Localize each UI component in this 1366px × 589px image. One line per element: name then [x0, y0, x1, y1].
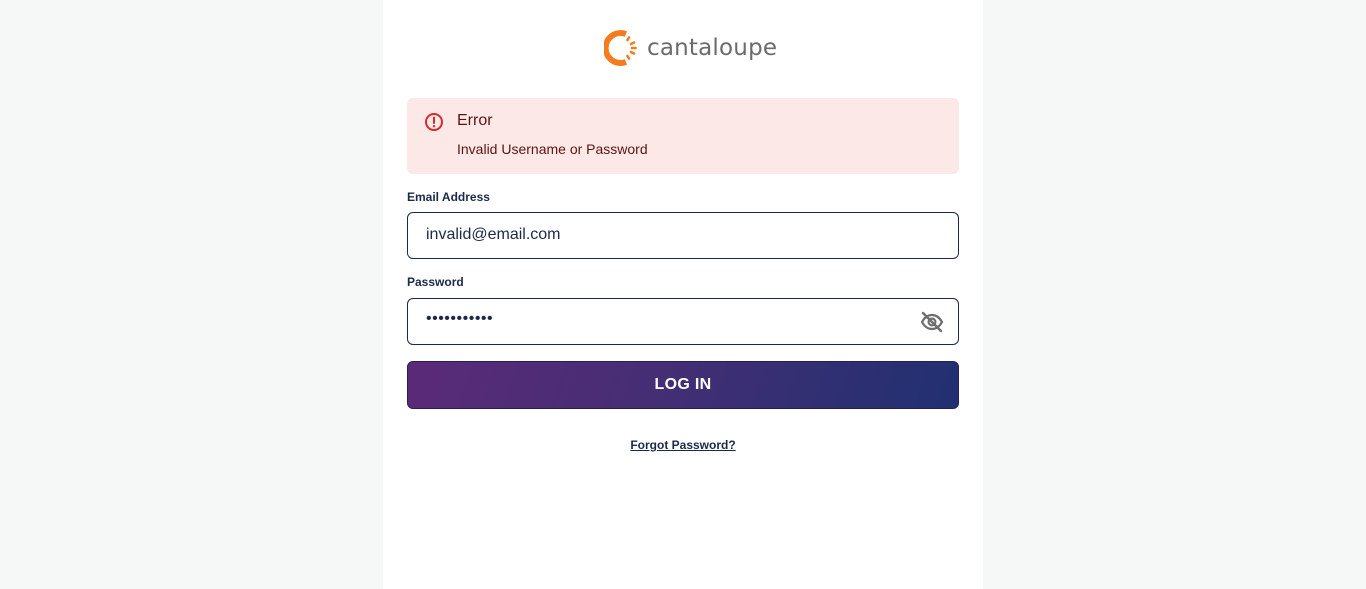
forgot-password-link[interactable]: Forgot Password?: [383, 438, 983, 452]
eye-off-icon[interactable]: [920, 311, 944, 333]
email-field[interactable]: invalid@email.com: [407, 212, 959, 259]
password-value: •••••••••••: [426, 310, 494, 327]
cantaloupe-sun-icon: [604, 30, 640, 66]
error-circle-icon: [424, 112, 444, 132]
alert-message: Invalid Username or Password: [457, 141, 648, 157]
brand-name: cantaloupe: [647, 35, 778, 61]
password-label: Password: [407, 275, 464, 289]
email-value: invalid@email.com: [426, 226, 561, 243]
error-alert: Error Invalid Username or Password: [407, 98, 959, 174]
login-button[interactable]: LOG IN: [407, 361, 959, 409]
alert-title: Error: [457, 112, 493, 129]
password-field[interactable]: •••••••••••: [407, 298, 959, 345]
email-label: Email Address: [407, 190, 490, 204]
brand-logo: cantaloupe: [604, 30, 777, 66]
login-panel: cantaloupe Error Invalid Username or Pas…: [383, 0, 983, 589]
